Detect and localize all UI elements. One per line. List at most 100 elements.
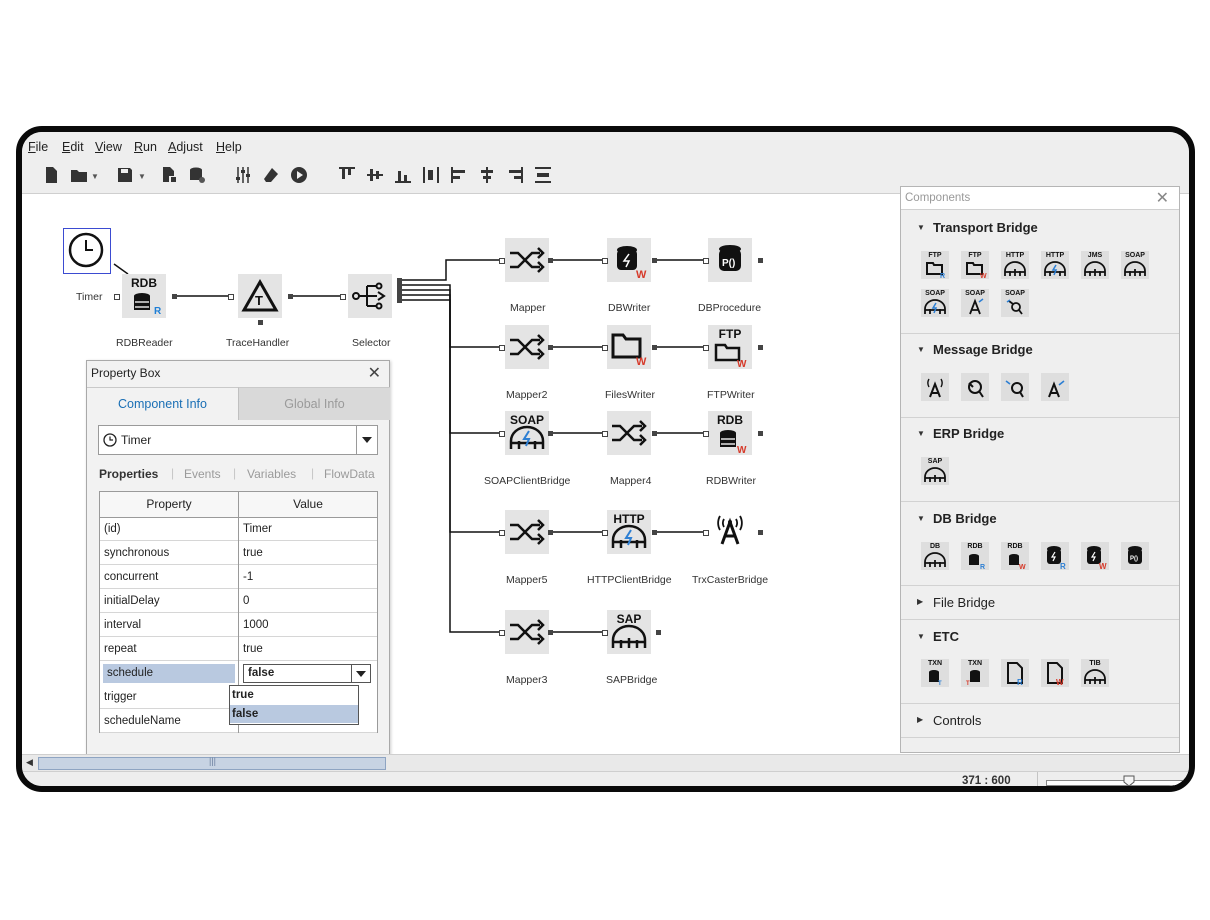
align-right-icon[interactable] <box>506 166 524 184</box>
table-row-value[interactable]: -1 <box>239 566 377 589</box>
align-top-icon[interactable] <box>338 166 356 184</box>
open-folder-icon[interactable] <box>70 166 88 184</box>
ftpwriter-out-port[interactable] <box>758 345 763 350</box>
section-transport-bridge[interactable]: Transport Bridge <box>933 220 1038 235</box>
subtab-variables[interactable]: Variables <box>247 467 296 481</box>
satellite-dish-icon[interactable] <box>961 373 989 401</box>
rdbwriter-in-port[interactable] <box>703 431 709 437</box>
node-dbwriter[interactable]: W <box>607 238 651 282</box>
open-dropdown-icon[interactable]: ▼ <box>91 172 99 181</box>
node-httpclientbridge[interactable]: HTTP <box>607 510 651 554</box>
section-expanded-icon[interactable]: ▼ <box>917 223 925 232</box>
node-trxcasterbridge[interactable] <box>708 510 752 554</box>
db-reader-icon[interactable]: R <box>1041 542 1069 571</box>
rdbwriter-out-port[interactable] <box>758 431 763 436</box>
soap-server-bridge-icon[interactable]: SOAP <box>1121 251 1149 279</box>
mapper2-in-port[interactable] <box>499 345 505 351</box>
mapper3-out-port[interactable] <box>548 630 553 635</box>
httpclientbridge-out-port[interactable] <box>652 530 657 535</box>
node-rdbreader[interactable]: RDB R <box>122 274 166 318</box>
sap-bridge-icon[interactable]: SAP <box>921 457 949 485</box>
distribute-horizontal-icon[interactable] <box>422 166 440 184</box>
mapper4-out-port[interactable] <box>652 431 657 436</box>
mapper5-out-port[interactable] <box>548 530 553 535</box>
fileswriter-in-port[interactable] <box>602 345 608 351</box>
chevron-down-icon[interactable] <box>351 665 370 682</box>
dbwriter-in-port[interactable] <box>602 258 608 264</box>
run-icon[interactable] <box>290 166 308 184</box>
menu-adjust[interactable]: Adjust <box>168 140 203 154</box>
file-writer-icon[interactable]: W <box>1041 659 1069 687</box>
mapper4-in-port[interactable] <box>602 431 608 437</box>
txn-writer-icon[interactable]: TXN T <box>961 659 989 687</box>
zoom-slider-thumb[interactable] <box>1123 775 1135 787</box>
trxcasterbridge-in-port[interactable] <box>703 530 709 536</box>
table-row-value[interactable]: 0 <box>239 590 377 613</box>
soapclientbridge-in-port[interactable] <box>499 431 505 437</box>
node-sapbridge[interactable]: SAP <box>607 610 651 654</box>
httpclientbridge-in-port[interactable] <box>602 530 608 536</box>
mapper5-in-port[interactable] <box>499 530 505 536</box>
dbprocedure-in-port[interactable] <box>703 258 709 264</box>
table-row-value[interactable]: Timer <box>239 518 377 541</box>
satellite-receiver-icon[interactable] <box>1001 373 1029 401</box>
table-row-value[interactable]: true <box>239 542 377 565</box>
ftpwriter-in-port[interactable] <box>703 345 709 351</box>
distribute-vertical-icon[interactable] <box>534 166 552 184</box>
db-writer-icon[interactable]: W <box>1081 542 1109 571</box>
section-expanded-icon[interactable]: ▼ <box>917 345 925 354</box>
tracehandler-in-port[interactable] <box>228 294 234 300</box>
soapclientbridge-out-port[interactable] <box>548 431 553 436</box>
txn-reader-icon[interactable]: TXN T <box>921 659 949 687</box>
section-expanded-icon[interactable]: ▼ <box>917 632 925 641</box>
horizontal-scrollbar[interactable]: ◀ ||| <box>22 754 1189 771</box>
fileswriter-out-port[interactable] <box>652 345 657 350</box>
dbprocedure-out-port[interactable] <box>758 258 763 263</box>
tracehandler-out-port[interactable] <box>288 294 293 299</box>
clock-icon[interactable] <box>66 230 106 270</box>
tab-component-info[interactable]: Component Info <box>87 387 238 420</box>
node-fileswriter[interactable]: W <box>607 325 651 369</box>
mapper-out-port[interactable] <box>548 258 553 263</box>
section-message-bridge[interactable]: Message Bridge <box>933 342 1033 357</box>
menu-run[interactable]: Run <box>134 140 157 154</box>
section-collapsed-icon[interactable]: ▶ <box>917 597 923 606</box>
database-icon[interactable] <box>188 166 206 184</box>
node-dbprocedure[interactable]: P() <box>708 238 752 282</box>
scroll-left-icon[interactable]: ◀ <box>26 757 33 768</box>
dropdown-option-false[interactable]: false <box>230 705 358 723</box>
menu-file[interactable]: File <box>28 140 48 154</box>
schedule-value-select[interactable]: false <box>243 664 371 683</box>
ftp-reader-icon[interactable]: FTP R <box>921 251 949 280</box>
soap-client-bridge-icon[interactable]: SOAP <box>921 289 949 317</box>
node-tracehandler[interactable]: T <box>238 274 282 318</box>
table-row-value[interactable]: true <box>239 638 377 661</box>
chevron-down-icon[interactable] <box>356 426 377 454</box>
align-left-icon[interactable] <box>450 166 468 184</box>
align-bottom-icon[interactable] <box>394 166 412 184</box>
save-icon[interactable] <box>116 166 134 184</box>
file-reader-icon[interactable]: R <box>1001 659 1029 687</box>
save-dropdown-icon[interactable]: ▼ <box>138 172 146 181</box>
node-selector[interactable] <box>348 274 392 318</box>
section-controls[interactable]: Controls <box>933 713 981 728</box>
node-soapclientbridge[interactable]: SOAP <box>505 411 549 455</box>
section-expanded-icon[interactable]: ▼ <box>917 514 925 523</box>
section-file-bridge[interactable]: File Bridge <box>933 595 995 610</box>
close-icon[interactable]: ✕ <box>368 363 381 383</box>
section-erp-bridge[interactable]: ERP Bridge <box>933 426 1004 441</box>
selector-in-port[interactable] <box>340 294 346 300</box>
section-db-bridge[interactable]: DB Bridge <box>933 511 997 526</box>
db-bridge-icon[interactable]: DB <box>921 542 949 570</box>
align-middle-icon[interactable] <box>366 166 384 184</box>
align-center-icon[interactable] <box>478 166 496 184</box>
node-mapper5[interactable] <box>505 510 549 554</box>
scrollbar-thumb[interactable]: ||| <box>38 756 386 770</box>
section-etc[interactable]: ETC <box>933 629 959 644</box>
new-file-icon[interactable] <box>42 166 60 184</box>
tib-bridge-icon[interactable]: TIB <box>1081 659 1109 687</box>
antenna-sender-icon[interactable] <box>1041 373 1069 401</box>
menu-edit[interactable]: Edit <box>62 140 84 154</box>
mapper3-in-port[interactable] <box>499 630 505 636</box>
close-icon[interactable]: ✕ <box>1156 188 1169 208</box>
